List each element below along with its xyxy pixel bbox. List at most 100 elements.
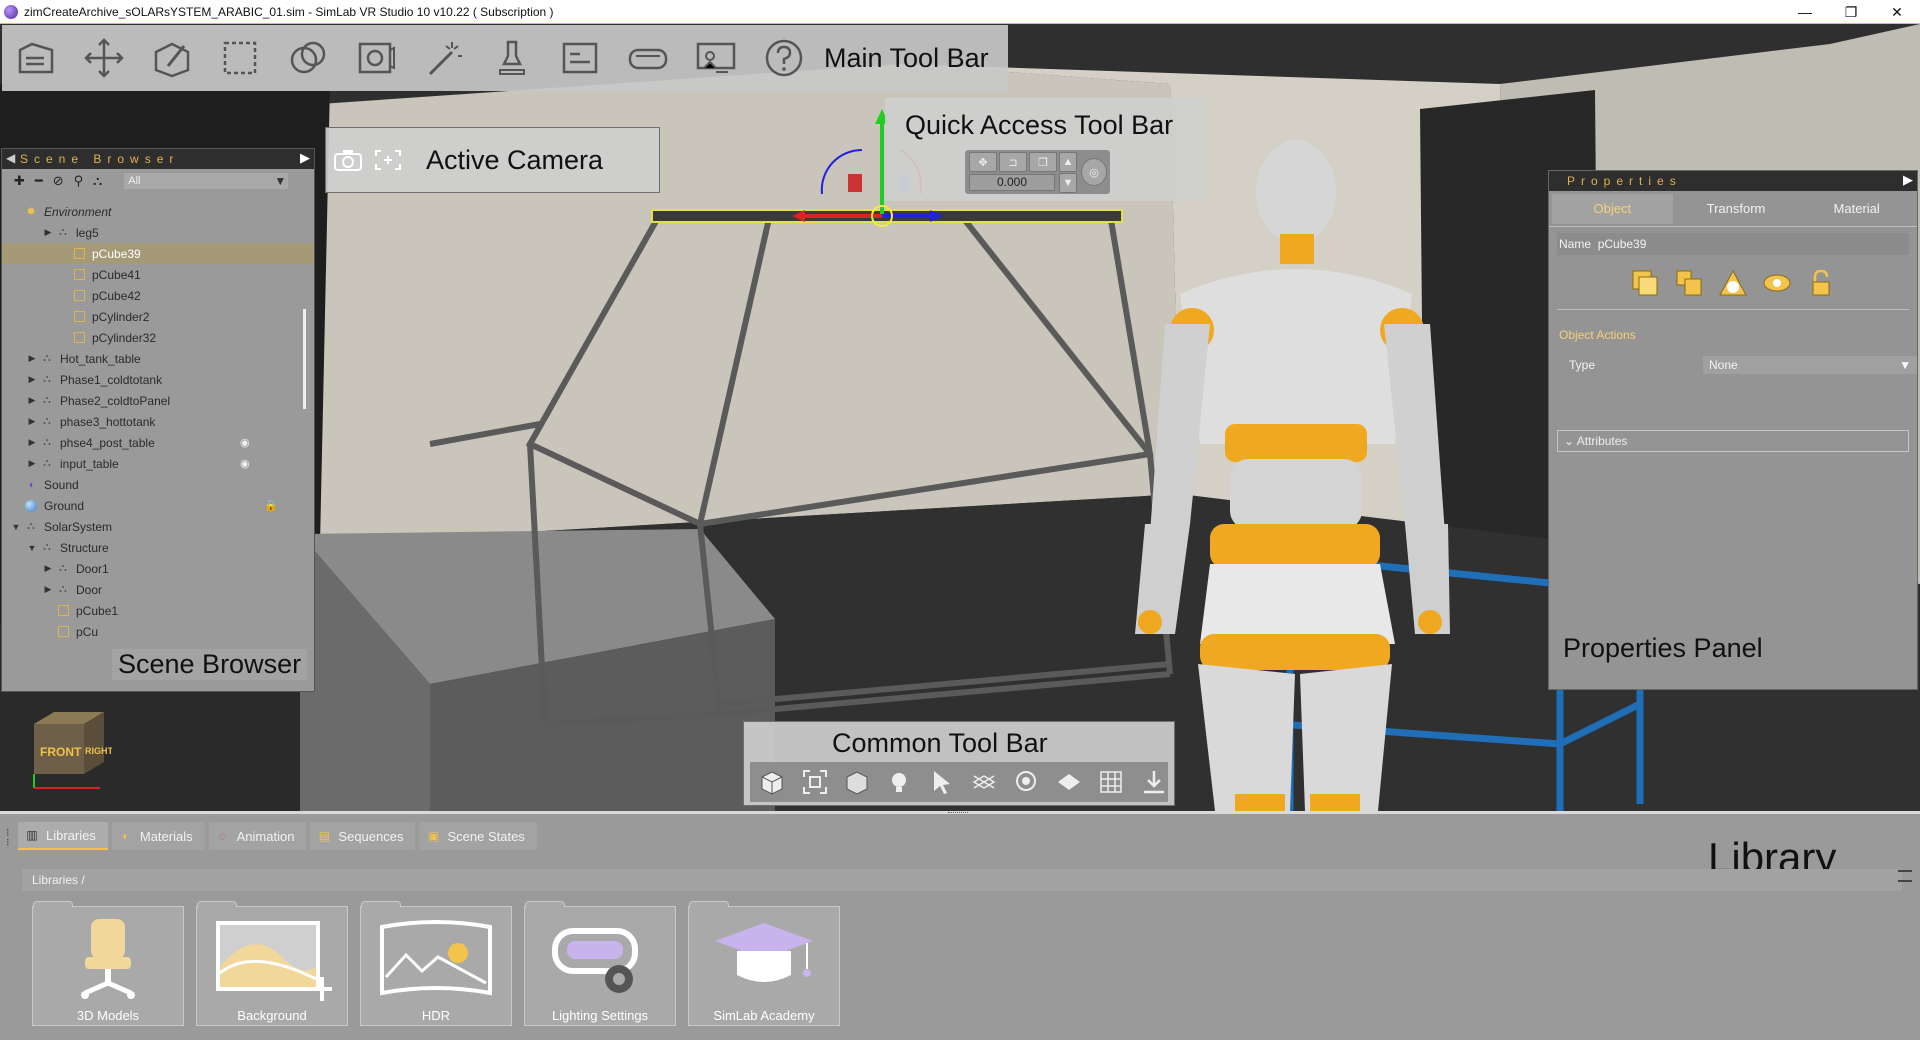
- link-icon[interactable]: ⊘: [53, 173, 64, 189]
- help-icon[interactable]: [756, 30, 812, 86]
- snap-value-input[interactable]: 0.000: [969, 174, 1055, 191]
- expand-arrow-icon[interactable]: ▶: [26, 395, 38, 406]
- search-icon[interactable]: ⚲: [74, 173, 84, 189]
- collapse-arrow-icon[interactable]: ▼: [10, 522, 22, 532]
- expand-arrow-icon[interactable]: ▶: [42, 227, 54, 238]
- tree-row-phase3-hottotank[interactable]: ▶ ⛬ phase3_hottotank: [2, 411, 314, 432]
- folder-icon[interactable]: [8, 30, 64, 86]
- tree-row-pcylinder2[interactable]: pCylinder2: [2, 306, 314, 327]
- layers-icon[interactable]: [1055, 767, 1083, 797]
- tab-material[interactable]: Material: [1796, 194, 1917, 224]
- sequence-icon[interactable]: [552, 30, 608, 86]
- lock-icon[interactable]: 🔒: [264, 499, 278, 512]
- shading-icon[interactable]: [843, 767, 871, 797]
- tree-row-door1[interactable]: ▶ ⛬ Door1: [2, 558, 314, 579]
- list-view-icon[interactable]: [1898, 870, 1912, 882]
- tree-row-input-table[interactable]: ▶ ⛬ input_table ◉: [2, 453, 314, 474]
- expand-arrow-icon[interactable]: ▶: [26, 353, 38, 364]
- instance-icon[interactable]: [1674, 268, 1704, 298]
- lock-icon[interactable]: [1806, 268, 1836, 298]
- tab-scene-states[interactable]: ▣ Scene States: [419, 822, 537, 850]
- tree-row-structure[interactable]: ▼ ⛬ Structure: [2, 537, 314, 558]
- move-icon[interactable]: [76, 30, 132, 86]
- increment-down-icon[interactable]: ▼: [1059, 173, 1077, 193]
- tree-row-pcube39[interactable]: pCube39: [2, 243, 314, 264]
- tree-row-solarsystem[interactable]: ▼ ⛬ SolarSystem: [2, 516, 314, 537]
- material-picker-icon[interactable]: ◎: [1081, 158, 1107, 186]
- frame-all-icon[interactable]: [800, 767, 828, 797]
- tree-row-phase1-coldtotank[interactable]: ▶ ⛬ Phase1_coldtotank: [2, 369, 314, 390]
- expand-panel-icon[interactable]: ▶: [1903, 172, 1913, 188]
- snap-move-icon[interactable]: ✥: [969, 152, 997, 172]
- visibility-eye-icon[interactable]: [1762, 268, 1792, 298]
- library-item-lighting-settings[interactable]: Lighting Settings: [524, 901, 676, 1026]
- snap-scale-icon[interactable]: ❐: [1029, 152, 1057, 172]
- grid-icon[interactable]: [1097, 767, 1125, 797]
- tree-row-pcube1[interactable]: pCube1: [2, 600, 314, 621]
- camera-render-icon[interactable]: [348, 30, 404, 86]
- library-item-simlab-academy[interactable]: SimLab Academy: [688, 901, 840, 1026]
- select-box-icon[interactable]: [212, 30, 268, 86]
- tree-row-ground[interactable]: Ground 🔒: [2, 495, 314, 516]
- duplicate-icon[interactable]: [1630, 268, 1660, 298]
- expand-arrow-icon[interactable]: ▶: [26, 416, 38, 427]
- select-cursor-icon[interactable]: [928, 767, 956, 797]
- navigation-cube[interactable]: FRONT RIGHT: [30, 704, 112, 794]
- tree-row-hot-tank-table[interactable]: ▶ ⛬ Hot_tank_table: [2, 348, 314, 369]
- tree-scrollbar[interactable]: [303, 309, 306, 409]
- section-icon[interactable]: [970, 767, 998, 797]
- tab-sequences[interactable]: ▤ Sequences: [310, 822, 416, 850]
- library-item-3d-models[interactable]: 3D Models: [32, 901, 184, 1026]
- dock-handle-icon[interactable]: ⁝ ⁝: [6, 828, 10, 849]
- collapse-icon[interactable]: ◀: [6, 151, 15, 165]
- close-button[interactable]: ✕: [1874, 0, 1920, 24]
- cube-view-icon[interactable]: [758, 767, 786, 797]
- type-select[interactable]: None ▼: [1703, 356, 1917, 374]
- materials-icon[interactable]: [280, 30, 336, 86]
- snap-rotate-icon[interactable]: ⊐: [999, 152, 1027, 172]
- name-field[interactable]: Name pCube39: [1557, 233, 1909, 255]
- tree-row-sound[interactable]: ◖ Sound: [2, 474, 314, 495]
- tree-row-environment[interactable]: ✹ Environment: [2, 201, 314, 222]
- bulb-icon[interactable]: [885, 767, 913, 797]
- eye-icon[interactable]: ◉: [240, 457, 250, 470]
- tab-object[interactable]: Object: [1552, 193, 1673, 224]
- library-item-background[interactable]: Background: [196, 901, 348, 1026]
- fit-view-icon[interactable]: [370, 145, 406, 175]
- tab-transform[interactable]: Transform: [1676, 194, 1797, 224]
- shape-icon[interactable]: [1718, 268, 1748, 298]
- maximize-button[interactable]: ❐: [1828, 0, 1874, 24]
- tree-row-pcu[interactable]: pCu: [2, 621, 314, 642]
- library-item-hdr[interactable]: HDR: [360, 901, 512, 1026]
- tree-row-pcube41[interactable]: pCube41: [2, 264, 314, 285]
- tree-row-pcylinder32[interactable]: pCylinder32: [2, 327, 314, 348]
- tab-animation[interactable]: ◌ Animation: [208, 822, 307, 850]
- magic-wand-icon[interactable]: [416, 30, 472, 86]
- tree-row-door[interactable]: ▶ ⛬ Door: [2, 579, 314, 600]
- tab-materials[interactable]: ◐ Materials: [111, 822, 205, 850]
- expand-arrow-icon[interactable]: ▶: [26, 458, 38, 469]
- presentation-icon[interactable]: [688, 30, 744, 86]
- drop-to-floor-icon[interactable]: [1140, 767, 1168, 797]
- expand-panel-icon[interactable]: ▶: [300, 150, 310, 166]
- 3d-viewport[interactable]: Main Tool Bar Quick Access Tool Bar ✥ ⊐ …: [0, 24, 1920, 811]
- tree-row-pcube42[interactable]: pCube42: [2, 285, 314, 306]
- expand-arrow-icon[interactable]: ▶: [26, 374, 38, 385]
- breadcrumb[interactable]: Libraries /: [22, 869, 1902, 891]
- attributes-section[interactable]: ⌄ Attributes: [1557, 430, 1909, 452]
- tree-row-leg5[interactable]: ▶ ⛬ leg5: [2, 222, 314, 243]
- increment-up-icon[interactable]: ▲: [1059, 152, 1077, 172]
- expand-arrow-icon[interactable]: ▶: [42, 584, 54, 595]
- group-icon[interactable]: ⛬: [93, 173, 102, 189]
- add-icon[interactable]: ✚: [14, 173, 25, 189]
- edit-icon[interactable]: [144, 30, 200, 86]
- scene-tree[interactable]: ✹ Environment ▶ ⛬ leg5 pCube39 pCube41 pCube42 p…: [2, 193, 314, 663]
- minimize-button[interactable]: —: [1782, 0, 1828, 24]
- expand-arrow-icon[interactable]: ▶: [42, 563, 54, 574]
- remove-icon[interactable]: ━: [35, 173, 43, 189]
- filter-select[interactable]: All ▼: [124, 173, 289, 189]
- panel-splitter[interactable]: [948, 812, 968, 815]
- collapse-arrow-icon[interactable]: ▼: [26, 543, 38, 553]
- camera-icon[interactable]: [330, 145, 366, 175]
- vr-headset-icon[interactable]: [620, 30, 676, 86]
